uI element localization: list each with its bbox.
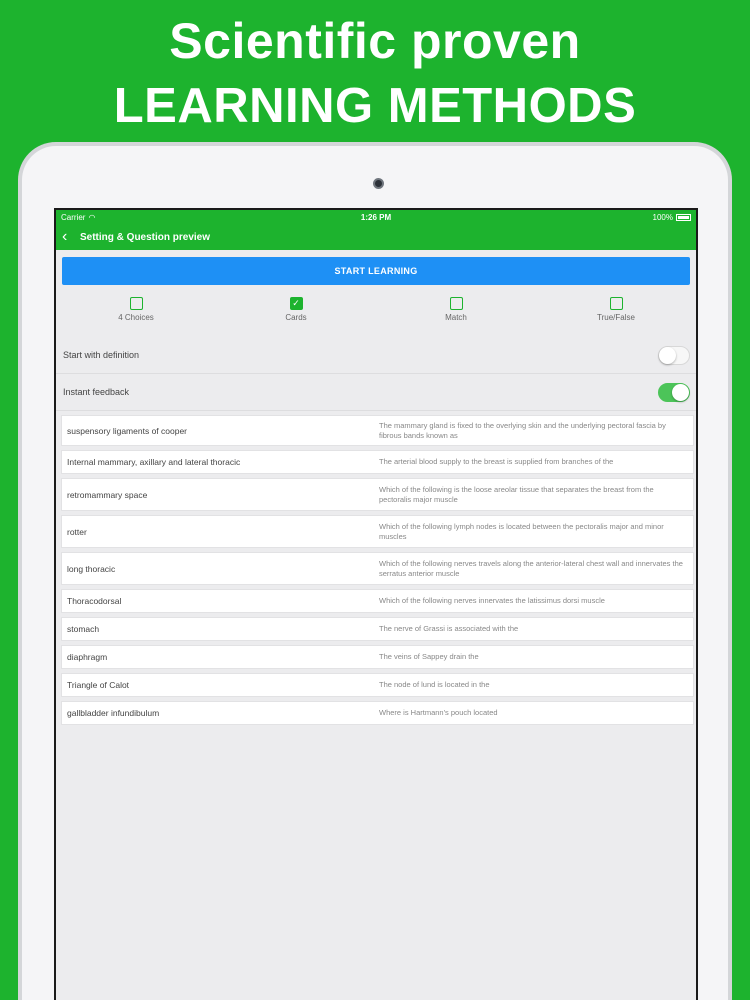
question-card[interactable]: retromammary space Which of the following…: [61, 478, 694, 511]
mode-option[interactable]: Match: [376, 297, 536, 322]
camera-icon: [373, 178, 384, 189]
card-term: long thoracic: [67, 563, 116, 574]
app-screen: Carrier ◠ 1:26 PM 100% ‹ Setting & Questi…: [54, 208, 698, 1000]
setting-toggle[interactable]: [658, 346, 690, 365]
settings-list: Start with definition Instant feedback: [56, 337, 696, 411]
chevron-left-icon[interactable]: ‹: [62, 229, 78, 245]
card-definition: Where is Hartmann's pouch located: [379, 708, 498, 717]
card-term: Triangle of Calot: [67, 680, 130, 690]
toggle-knob: [672, 384, 689, 401]
battery-indicator: 100%: [653, 213, 691, 222]
card-term: gallbladder infundibulum: [67, 708, 160, 718]
mode-option[interactable]: True/False: [536, 297, 696, 322]
question-card[interactable]: Triangle of Calot The node of lund is loc…: [61, 673, 694, 697]
card-term: diaphragm: [67, 652, 108, 662]
checkbox-icon[interactable]: [129, 297, 143, 310]
checkbox-icon[interactable]: [449, 297, 463, 310]
learning-mode-selector: 4 Choices ✓ Cards Match True/False: [56, 297, 696, 337]
card-definition: The veins of Sappey drain the: [379, 652, 479, 661]
mode-option[interactable]: ✓ Cards: [216, 297, 376, 322]
mode-label: True/False: [597, 313, 635, 322]
checkbox-checked-icon[interactable]: ✓: [289, 297, 303, 310]
mode-label: Cards: [285, 313, 307, 322]
mode-label: 4 Choices: [118, 313, 154, 322]
card-definition: Which of the following is the loose areo…: [379, 484, 654, 504]
card-definition: The arterial blood supply to the breast …: [379, 457, 614, 466]
mode-option[interactable]: 4 Choices: [56, 297, 216, 322]
nav-bar: ‹ Setting & Question preview: [56, 224, 696, 250]
card-term: stomach: [67, 624, 100, 634]
question-card[interactable]: diaphragm The veins of Sappey drain the: [61, 645, 694, 669]
page-title: Setting & Question preview: [80, 231, 211, 243]
card-term: retromammary space: [67, 489, 148, 500]
card-term: Thoracodorsal: [67, 596, 122, 606]
card-definition: The mammary gland is fixed to the overly…: [379, 420, 666, 440]
setting-label: Start with definition: [63, 350, 140, 360]
question-card[interactable]: Thoracodorsal Which of the following nerv…: [61, 589, 694, 613]
status-bar: Carrier ◠ 1:26 PM 100%: [56, 210, 696, 224]
card-definition: Which of the following nerves travels al…: [379, 558, 683, 578]
question-card[interactable]: long thoracic Which of the following nerv…: [61, 552, 694, 585]
status-time: 1:26 PM: [360, 213, 392, 222]
setting-row: Instant feedback: [56, 374, 696, 411]
card-definition: The nerve of Grassi is associated with t…: [379, 624, 519, 633]
battery-percent: 100%: [652, 213, 673, 222]
card-term: rotter: [67, 526, 87, 537]
headline-line-2: LEARNING METHODS: [113, 79, 637, 133]
tablet-frame: Carrier ◠ 1:26 PM 100% ‹ Setting & Questi…: [18, 142, 732, 1000]
card-term: suspensory ligaments of cooper: [67, 425, 188, 436]
question-card[interactable]: gallbladder infundibulum Where is Hartman…: [61, 701, 694, 725]
card-definition: Which of the following nerves innervates…: [379, 596, 605, 605]
question-card[interactable]: Internal mammary, axillary and lateral t…: [61, 450, 694, 474]
setting-toggle[interactable]: [658, 383, 690, 402]
mode-label: Match: [445, 313, 467, 322]
card-definition: Which of the following lymph nodes is lo…: [379, 521, 664, 541]
battery-icon: [676, 214, 691, 221]
start-learning-button[interactable]: START LEARNING: [62, 257, 690, 285]
card-term: Internal mammary, axillary and lateral t…: [67, 457, 241, 467]
headline-line-1: Scientific proven: [169, 13, 581, 69]
question-preview-list: suspensory ligaments of cooper The mammar…: [56, 415, 696, 725]
setting-label: Instant feedback: [63, 387, 130, 397]
setting-row: Start with definition: [56, 337, 696, 374]
checkbox-icon[interactable]: [609, 297, 623, 310]
question-card[interactable]: stomach The nerve of Grassi is associated…: [61, 617, 694, 641]
toggle-knob: [659, 347, 676, 364]
card-definition: The node of lund is located in the: [379, 680, 490, 689]
question-card[interactable]: suspensory ligaments of cooper The mammar…: [61, 415, 694, 446]
question-card[interactable]: rotter Which of the following lymph nodes…: [61, 515, 694, 548]
